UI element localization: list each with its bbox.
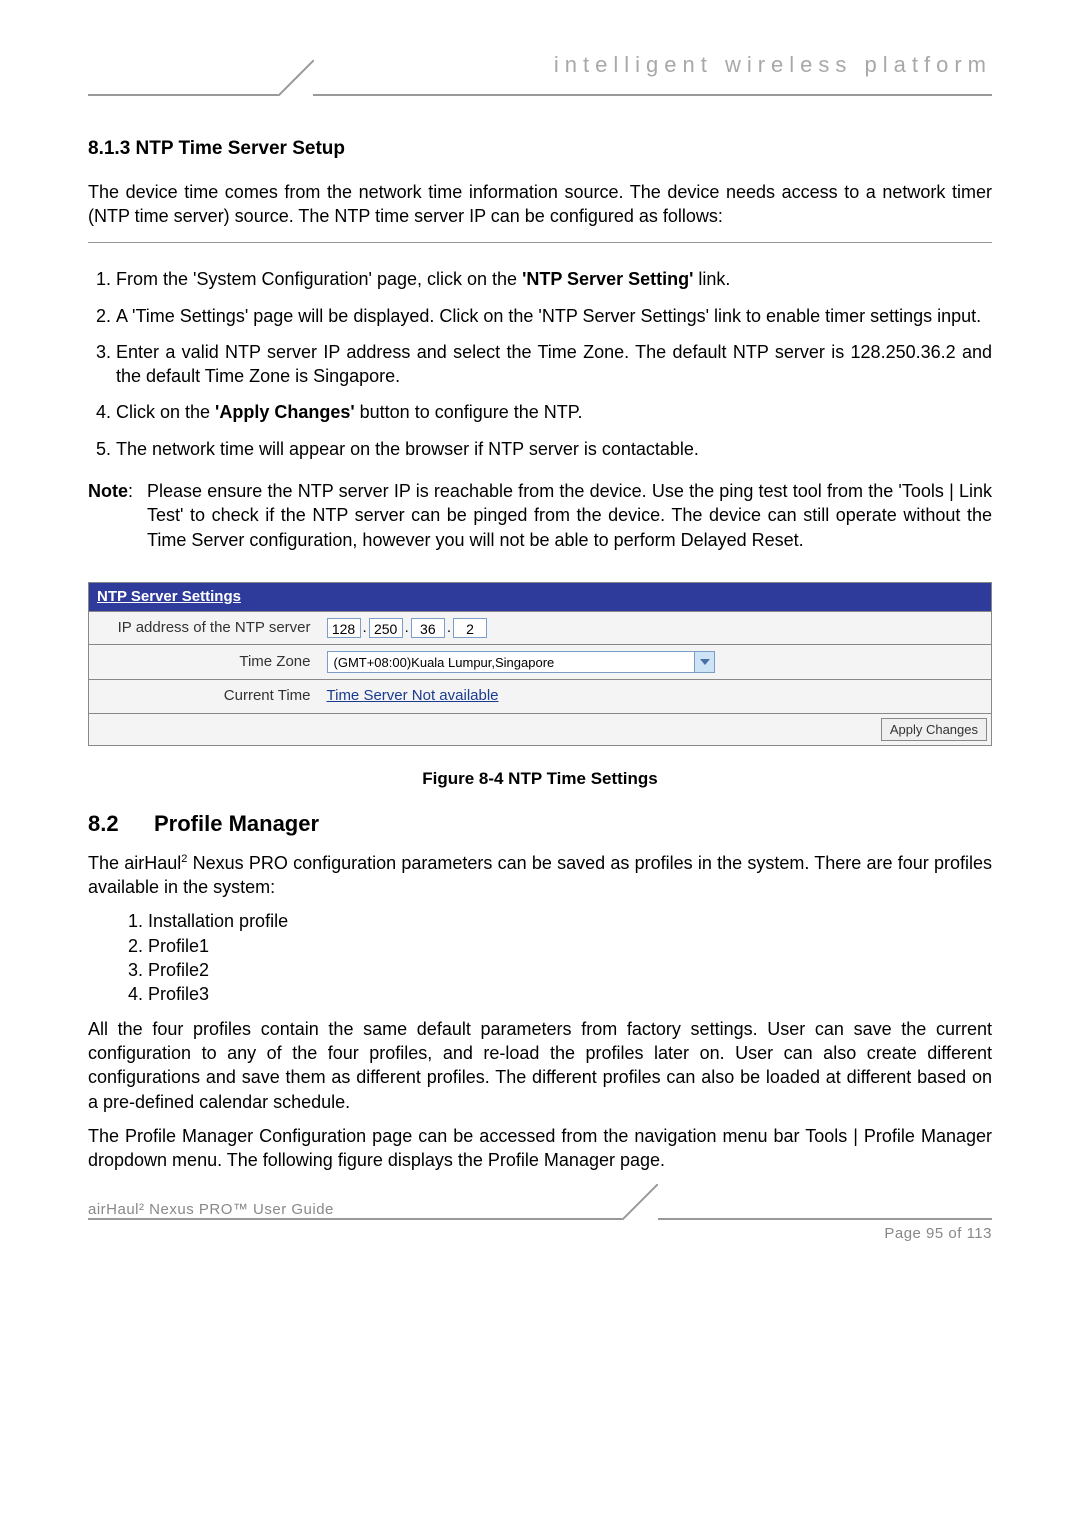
profile-para-3: The Profile Manager Configuration page c… — [88, 1124, 992, 1173]
profile-item-1: Installation profile — [148, 909, 992, 933]
divider — [88, 242, 992, 243]
step-1: From the 'System Configuration' page, cl… — [116, 261, 992, 297]
section-8-1-3-heading: 8.1.3 NTP Time Server Setup — [88, 136, 992, 162]
step-3: Enter a valid NTP server IP address and … — [116, 334, 992, 395]
time-zone-value: (GMT+08:00)Kuala Lumpur,Singapore — [328, 654, 695, 672]
step-4: Click on the 'Apply Changes' button to c… — [116, 394, 992, 430]
profile-item-2: Profile1 — [148, 934, 992, 958]
profile-para-2: All the four profiles contain the same d… — [88, 1017, 992, 1114]
ip-octet-1[interactable]: 128 — [327, 618, 361, 638]
steps-list: From the 'System Configuration' page, cl… — [116, 261, 992, 467]
profile-item-4: Profile3 — [148, 982, 992, 1006]
profile-item-3: Profile2 — [148, 958, 992, 982]
ip-address-value: 128.250.36.2 — [319, 612, 992, 645]
profile-list: Installation profile Profile1 Profile2 P… — [148, 909, 992, 1006]
page-footer: airHaul² Nexus PRO™ User Guide Page 95 o… — [88, 1202, 992, 1254]
page-header: intelligent wireless platform — [88, 60, 992, 96]
current-time-label: Current Time — [89, 680, 319, 713]
profile-intro: The airHaul2 Nexus PRO configuration par… — [88, 851, 992, 900]
time-zone-label: Time Zone — [89, 645, 319, 680]
ip-address-label: IP address of the NTP server — [89, 612, 319, 645]
intro-paragraph: The device time comes from the network t… — [88, 180, 992, 229]
section-8-2-heading: 8.2Profile Manager — [88, 809, 992, 839]
ntp-settings-panel: NTP Server Settings IP address of the NT… — [88, 582, 992, 746]
current-time-value[interactable]: Time Server Not available — [327, 687, 499, 704]
chevron-down-icon — [694, 652, 714, 672]
figure-caption: Figure 8-4 NTP Time Settings — [88, 768, 992, 791]
apply-changes-button[interactable]: Apply Changes — [881, 718, 987, 742]
note-block: Note: Please ensure the NTP server IP is… — [88, 479, 992, 552]
footer-page-number: Page 95 of 113 — [884, 1224, 992, 1244]
ip-octet-3[interactable]: 36 — [411, 618, 445, 638]
ntp-server-settings-link[interactable]: NTP Server Settings — [97, 588, 241, 605]
time-zone-select[interactable]: (GMT+08:00)Kuala Lumpur,Singapore — [327, 651, 716, 673]
ip-octet-2[interactable]: 250 — [369, 618, 403, 638]
ip-octet-4[interactable]: 2 — [453, 618, 487, 638]
step-2: A 'Time Settings' page will be displayed… — [116, 298, 992, 334]
step-5: The network time will appear on the brow… — [116, 431, 992, 467]
header-tagline: intelligent wireless platform — [554, 50, 992, 80]
